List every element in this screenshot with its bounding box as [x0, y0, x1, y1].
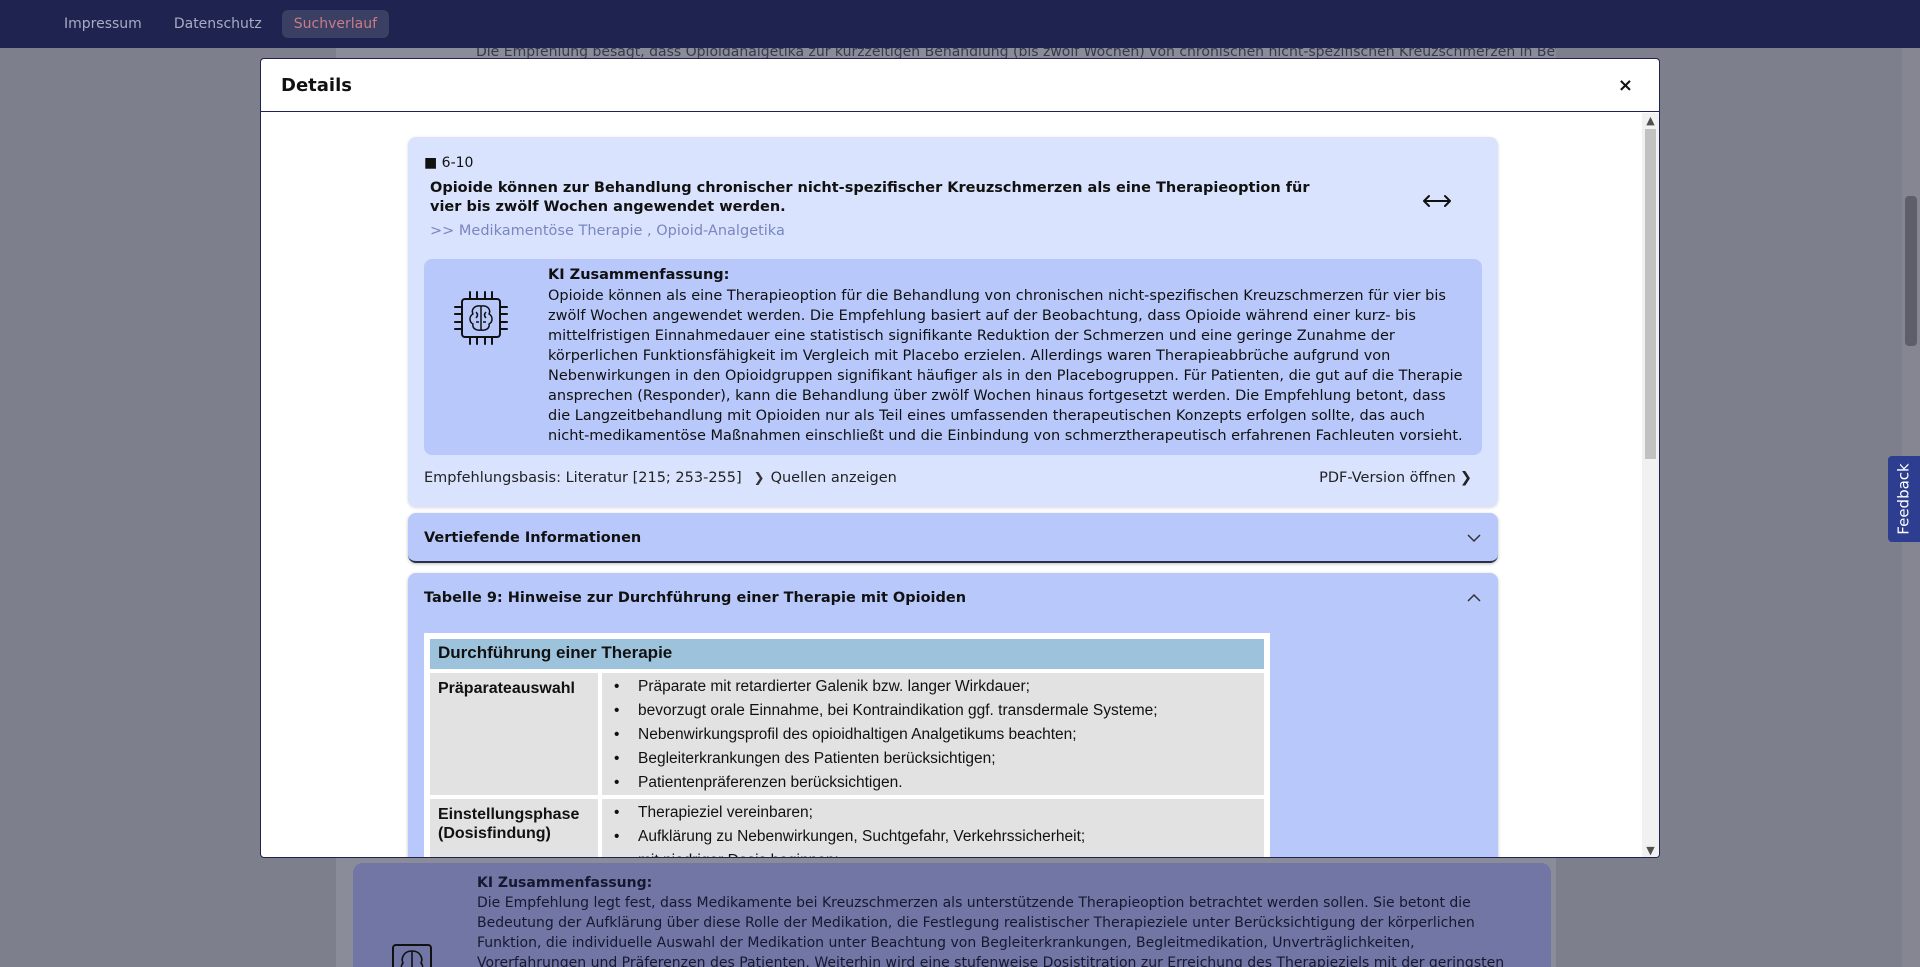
open-pdf-label: PDF-Version öffnen	[1319, 470, 1456, 486]
recommendation-basis: Empfehlungsbasis: Literatur [215; 253-25…	[424, 470, 742, 486]
nav-link-impressum[interactable]: Impressum	[52, 10, 154, 38]
feedback-label: Feedback	[1895, 463, 1913, 535]
table-row-items: Therapieziel vereinbaren; Aufklärung zu …	[602, 799, 1264, 857]
recommendation-category-link[interactable]: >> Medikamentöse Therapie , Opioid-Analg…	[430, 223, 785, 239]
chevron-right-icon: ❯	[1459, 470, 1472, 486]
ai-summary-text: Opioide können als eine Therapieoption f…	[548, 288, 1463, 444]
recommendation-number: ■ 6-10	[424, 155, 474, 171]
accordion-vertiefende-informationen[interactable]: Vertiefende Informationen	[408, 513, 1498, 563]
ai-summary-title: KI Zusammenfassung:	[548, 267, 730, 283]
list-item: Nebenwirkungsprofil des opioidhaltigen A…	[614, 723, 1264, 747]
nav-link-suchverlauf[interactable]: Suchverlauf	[281, 10, 390, 38]
list-item: Therapieziel vereinbaren;	[614, 801, 1264, 825]
table-row-label: Einstellungsphase (Dosisfindung)	[430, 799, 598, 857]
horizontal-arrows-icon[interactable]	[1420, 191, 1454, 211]
modal-title: Details	[281, 74, 352, 96]
modal-scrollbar-thumb[interactable]	[1645, 129, 1656, 459]
table-header: Durchführung einer Therapie	[430, 639, 1264, 669]
details-modal: Details × ■ 6-10 Opioide können zur Beha…	[260, 58, 1660, 858]
list-item: mit niedriger Dosis beginnen;	[614, 849, 1264, 857]
modal-header: Details ×	[261, 59, 1659, 112]
table-row-items: Präparate mit retardierter Galenik bzw. …	[602, 673, 1264, 795]
accordion-header[interactable]: Tabelle 9: Hinweise zur Durchführung ein…	[408, 573, 1498, 623]
accordion-title: Tabelle 9: Hinweise zur Durchführung ein…	[424, 590, 967, 606]
background-ai-summary-card: KI Zusammenfassung: Die Empfehlung legt …	[353, 863, 1551, 967]
list-item: Aufklärung zu Nebenwirkungen, Suchtgefah…	[614, 825, 1264, 849]
list-item: Präparate mit retardierter Galenik bzw. …	[614, 675, 1264, 699]
background-ai-text: Die Empfehlung legt fest, dass Medikamen…	[477, 895, 1505, 967]
brain-chip-icon	[454, 291, 508, 345]
recommendation-card: ■ 6-10 Opioide können zur Behandlung chr…	[408, 137, 1498, 507]
show-sources-link[interactable]: Quellen anzeigen	[771, 470, 897, 486]
feedback-tab[interactable]: Feedback	[1888, 456, 1920, 542]
chevron-down-icon[interactable]	[1466, 530, 1482, 546]
chevron-right-icon[interactable]: ❯	[754, 471, 765, 486]
recommendation-footer: Empfehlungsbasis: Literatur [215; 253-25…	[424, 470, 1482, 486]
scroll-up-icon[interactable]: ▲	[1642, 113, 1659, 129]
open-pdf-link[interactable]: PDF-Version öffnen ❯	[1319, 470, 1472, 486]
therapy-table-image: Durchführung einer Therapie Präparateaus…	[424, 633, 1270, 857]
accordion-title: Vertiefende Informationen	[424, 530, 642, 546]
close-icon[interactable]: ×	[1618, 75, 1639, 96]
list-item: bevorzugt orale Einnahme, bei Kontraindi…	[614, 699, 1264, 723]
modal-scrollbar[interactable]: ▲ ▼	[1642, 113, 1659, 857]
list-item: Patientenpräferenzen berücksichtigen.	[614, 771, 1264, 795]
nav-link-datenschutz[interactable]: Datenschutz	[162, 10, 274, 38]
ai-summary-box: KI Zusammenfassung: Opioide können als e…	[424, 259, 1482, 455]
recommendation-text: Opioide können zur Behandlung chronische…	[430, 180, 1310, 215]
chevron-up-icon[interactable]	[1466, 590, 1482, 606]
brain-chip-icon	[392, 944, 432, 967]
table-row-label: Präparateauswahl	[430, 673, 598, 795]
modal-body: ■ 6-10 Opioide können zur Behandlung chr…	[261, 113, 1644, 857]
scroll-down-icon[interactable]: ▼	[1642, 843, 1659, 857]
table-row: Präparateauswahl Präparate mit retardier…	[430, 673, 1264, 795]
accordion-header[interactable]: Vertiefende Informationen	[408, 513, 1498, 563]
top-navbar: Impressum Datenschutz Suchverlauf	[0, 0, 1920, 48]
list-item: Begleiterkrankungen des Patienten berück…	[614, 747, 1264, 771]
page-scrollbar-thumb[interactable]	[1905, 196, 1917, 346]
table-row: Einstellungsphase (Dosisfindung) Therapi…	[430, 799, 1264, 857]
background-ai-title: KI Zusammenfassung:	[477, 875, 653, 891]
accordion-tabelle-9: Tabelle 9: Hinweise zur Durchführung ein…	[408, 573, 1498, 857]
